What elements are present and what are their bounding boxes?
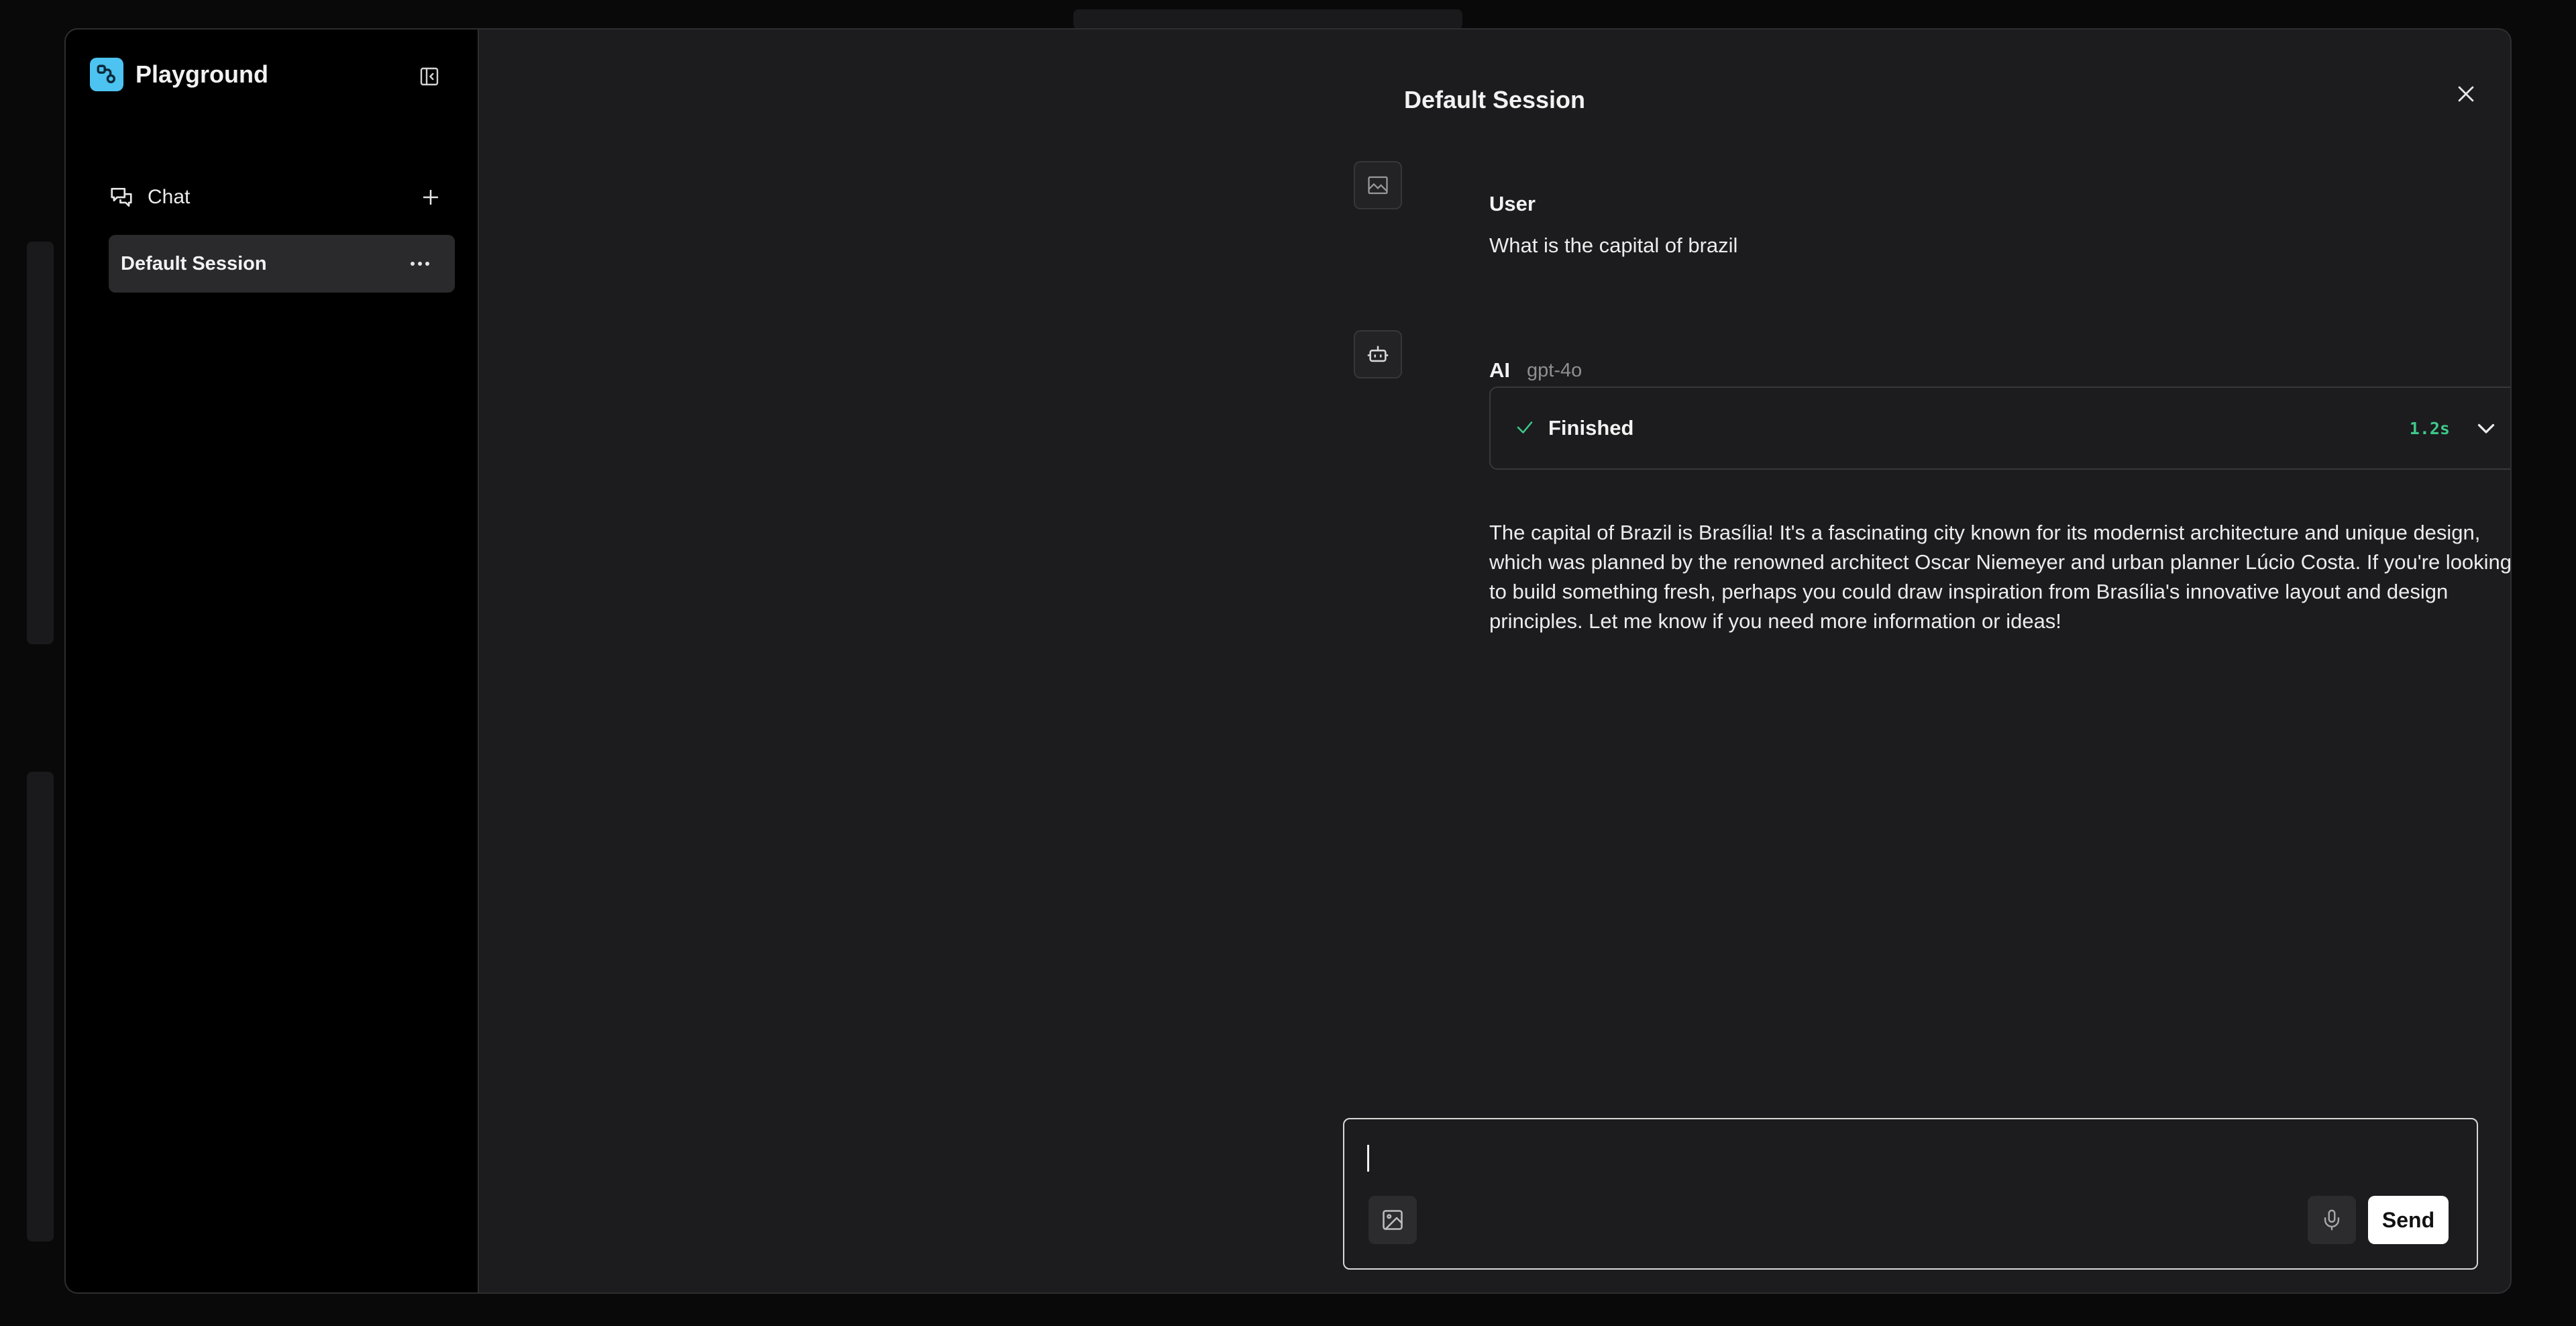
playground-modal: Playground Chat Default Session Default … (64, 28, 2512, 1294)
message-composer: Send (1343, 1118, 2478, 1270)
microphone-icon (2324, 1209, 2340, 1231)
sidebar: Playground Chat Default Session (66, 30, 479, 1292)
avatar (1354, 330, 1402, 378)
close-icon (2458, 86, 2474, 102)
chat-section-label: Chat (148, 186, 191, 208)
sidebar-item-default-session[interactable]: Default Session (109, 235, 455, 293)
ellipsis-icon (411, 262, 429, 266)
message-input[interactable] (1371, 1138, 2418, 1178)
background-topbar-ghost (1073, 9, 1462, 30)
nodes-logo-icon (90, 58, 123, 91)
bot-icon (1367, 346, 1389, 362)
sidebar-collapse-icon (420, 67, 439, 86)
brand-title: Playground (136, 60, 269, 88)
message-author: AI (1489, 358, 1510, 382)
avatar (1354, 161, 1402, 209)
attach-image-button[interactable] (1368, 1196, 1417, 1244)
text-caret (1367, 1145, 1369, 1172)
send-button[interactable]: Send (2368, 1196, 2449, 1244)
message-text: What is the capital of brazil (1489, 234, 1738, 257)
page-title: Default Session (1403, 86, 1586, 113)
status-label: Finished (1548, 416, 1634, 440)
check-icon (1517, 421, 1533, 434)
chevron-down-icon[interactable] (2474, 416, 2498, 440)
status-duration: 1.2s (2409, 419, 2450, 438)
message-text: The capital of Brazil is Brasília! It's … (1489, 521, 2512, 633)
message-author: User (1489, 192, 1536, 215)
close-button[interactable] (2450, 78, 2482, 110)
new-session-button[interactable] (419, 185, 443, 209)
session-options-button[interactable] (407, 251, 433, 276)
sidebar-brand: Playground (90, 58, 268, 91)
broken-image-icon (1368, 176, 1388, 195)
plus-icon (423, 189, 439, 205)
model-badge: gpt-4o (1527, 360, 1582, 381)
session-label: Default Session (121, 252, 267, 274)
run-status-card[interactable]: Finished 1.2s (1489, 387, 2510, 470)
chat-main: Default Session User What is the capital… (479, 30, 2510, 1292)
sidebar-section-chat: Chat (109, 180, 451, 215)
image-icon (1383, 1210, 1403, 1230)
chat-bubbles-icon (111, 187, 132, 207)
background-footer-ghost (27, 772, 54, 1241)
sidebar-collapse-button[interactable] (417, 64, 441, 89)
voice-input-button[interactable] (2308, 1196, 2356, 1244)
background-sidebar-ghost (27, 242, 54, 644)
